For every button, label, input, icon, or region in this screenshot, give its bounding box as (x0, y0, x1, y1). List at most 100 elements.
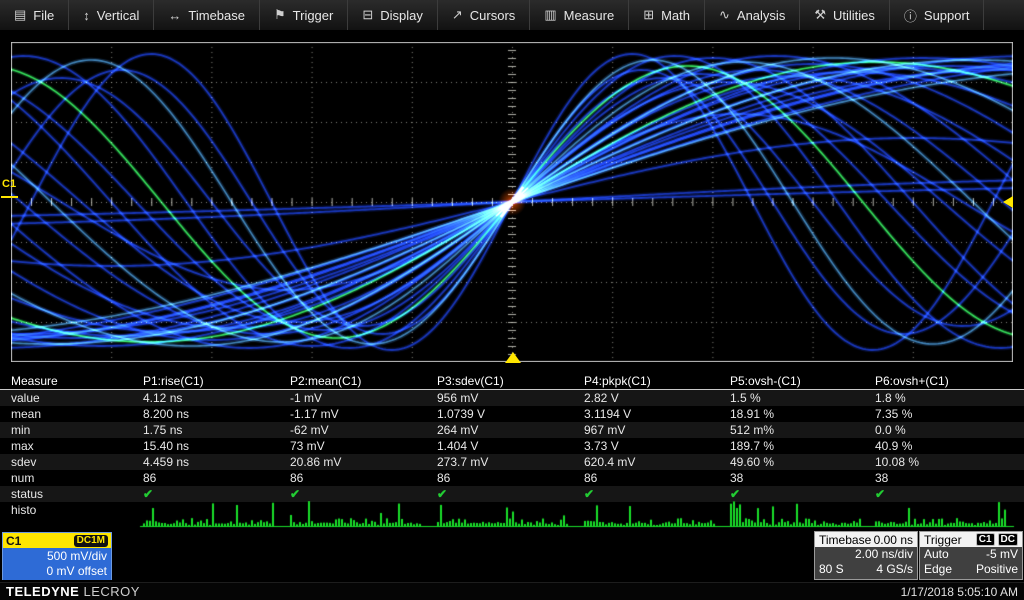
menu-bar: ▤File↕Vertical↔Timebase⚑Trigger⊟Display↗… (0, 0, 1024, 31)
measure-value-cell: 86 (143, 470, 290, 486)
trigger-type: Edge (924, 562, 952, 577)
datetime-stamp: 1/17/2018 5:05:10 AM (901, 585, 1018, 599)
menu-item-utilities[interactable]: ⚒Utilities (800, 0, 890, 30)
measure-param-header[interactable]: P2:mean(C1) (290, 373, 437, 389)
measure-value-cell: 86 (584, 470, 730, 486)
measure-value-cell: 1.404 V (437, 438, 584, 454)
timebase-descriptor-box[interactable]: Timebase 0.00 ns 2.00 ns/div 80 S 4 GS/s (814, 531, 918, 580)
channel-c1-name: C1 (6, 534, 21, 548)
channel-c1-offset-marker[interactable] (1, 196, 18, 198)
measure-table: MeasureP1:rise(C1)P2:mean(C1)P3:sdev(C1)… (0, 372, 1024, 518)
measure-value-cell: 8.200 ns (143, 406, 290, 422)
info-icon: ⓘ (904, 6, 917, 25)
channel-c1-axis-label[interactable]: C1 (2, 178, 16, 190)
trigger-mode: Auto (924, 547, 949, 562)
menu-item-display[interactable]: ⊟Display (348, 0, 438, 30)
waveform-grid-canvas[interactable] (11, 42, 1013, 362)
measure-header-label: Measure (0, 373, 143, 389)
menu-label: Analysis (737, 8, 785, 23)
measure-value-cell: 1.5 % (730, 390, 875, 406)
measure-value-cell: 73 mV (290, 438, 437, 454)
trigger-coupling-badge: DC (998, 533, 1018, 546)
analysis-wave-icon: ∿ (719, 7, 730, 23)
status-check-icon: ✔ (875, 486, 1024, 502)
measure-value-cell: 15.40 ns (143, 438, 290, 454)
measure-value-cell: 18.91 % (730, 406, 875, 422)
trigger-title: Trigger (924, 533, 962, 547)
trigger-time-marker-icon[interactable] (505, 352, 521, 363)
channel-c1-settings: 500 mV/div 0 mV offset (3, 548, 111, 580)
menu-label: Support (924, 8, 970, 23)
brand-lecroy: LECROY (83, 584, 139, 599)
menu-label: Timebase (188, 8, 245, 23)
measure-row-label: mean (0, 406, 143, 422)
measure-param-header[interactable]: P6:ovsh+(C1) (875, 373, 1024, 389)
menu-label: Display (380, 8, 423, 23)
vertical-arrows-icon: ↕ (83, 8, 90, 23)
measure-row-status: status✔✔✔✔✔✔ (0, 486, 1024, 502)
menu-label: Measure (564, 8, 615, 23)
menu-item-vertical[interactable]: ↕Vertical (69, 0, 154, 30)
trigger-header: Trigger C1 DC (920, 532, 1022, 547)
measure-value-cell: -1 mV (290, 390, 437, 406)
menu-label: Math (661, 8, 690, 23)
measure-value-cell: 3.1194 V (584, 406, 730, 422)
status-check-icon: ✔ (584, 486, 730, 502)
measure-value-cell: 956 mV (437, 390, 584, 406)
menu-item-support[interactable]: ⓘ Support (890, 0, 985, 30)
measure-value-cell: 1.75 ns (143, 422, 290, 438)
timebase-sampling-line: 80 S 4 GS/s (815, 562, 917, 577)
measure-value-cell: -62 mV (290, 422, 437, 438)
status-check-icon: ✔ (290, 486, 437, 502)
menu-item-measure[interactable]: ▥Measure (530, 0, 629, 30)
menu-item-math[interactable]: ⊞Math (629, 0, 705, 30)
menu-label: File (33, 8, 54, 23)
measure-value-cell: 3.73 V (584, 438, 730, 454)
measure-value-cell: 38 (875, 470, 1024, 486)
menu-item-analysis[interactable]: ∿ Analysis (705, 0, 800, 30)
trigger-level-marker-icon[interactable] (1003, 196, 1013, 208)
measure-value-cell: 86 (290, 470, 437, 486)
menu-item-timebase[interactable]: ↔Timebase (154, 0, 260, 30)
status-check-icon: ✔ (730, 486, 875, 502)
timebase-scale-line: 2.00 ns/div (815, 547, 917, 562)
flag-icon: ⚑ (274, 7, 286, 23)
measure-value-cell: 512 m% (730, 422, 875, 438)
measure-param-header[interactable]: P3:sdev(C1) (437, 373, 584, 389)
measure-row-label: status (0, 486, 143, 502)
brand-logo: TELEDYNE LECROY (6, 584, 140, 599)
measure-value-cell: 20.86 mV (290, 454, 437, 470)
measure-value-cell: 264 mV (437, 422, 584, 438)
oscilloscope-screen: ▤File↕Vertical↔Timebase⚑Trigger⊟Display↗… (0, 0, 1024, 600)
brand-teledyne: TELEDYNE (6, 584, 79, 599)
measure-value-cell: 40.9 % (875, 438, 1024, 454)
measure-value-cell: 10.08 % (875, 454, 1024, 470)
measure-value-cell: 0.0 % (875, 422, 1024, 438)
measure-row-label: num (0, 470, 143, 486)
status-check-icon: ✔ (143, 486, 290, 502)
measure-row-label: max (0, 438, 143, 454)
menu-item-file[interactable]: ▤File (0, 0, 69, 30)
measure-value-cell: 7.35 % (875, 406, 1024, 422)
measure-value-cell: 1.0739 V (437, 406, 584, 422)
waveform-display: C1 (0, 30, 1024, 372)
trigger-descriptor-box[interactable]: Trigger C1 DC Auto -5 mV Edge Positive (919, 531, 1023, 580)
trigger-level: -5 mV (986, 547, 1018, 562)
measure-param-header[interactable]: P4:pkpk(C1) (584, 373, 730, 389)
tools-icon: ⚒ (814, 7, 826, 23)
timebase-delay: 0.00 ns (874, 533, 913, 547)
menu-item-trigger[interactable]: ⚑Trigger (260, 0, 348, 30)
timebase-header: Timebase 0.00 ns (815, 532, 917, 547)
measure-row-mean: mean8.200 ns-1.17 mV1.0739 V3.1194 V18.9… (0, 406, 1024, 422)
menu-label: Cursors (470, 8, 516, 23)
measure-value-cell: 273.7 mV (437, 454, 584, 470)
channel-c1-descriptor-box[interactable]: C1 DC1M 500 mV/div 0 mV offset (2, 532, 112, 580)
channel-coupling-badge: DC1M (74, 535, 108, 547)
measure-param-header[interactable]: P5:ovsh-(C1) (730, 373, 875, 389)
channel-offset: 0 mV offset (3, 564, 107, 579)
measure-value-cell: 49.60 % (730, 454, 875, 470)
measure-row-label: sdev (0, 454, 143, 470)
measure-value-cell: 38 (730, 470, 875, 486)
menu-item-cursors[interactable]: ↗Cursors (438, 0, 530, 30)
measure-param-header[interactable]: P1:rise(C1) (143, 373, 290, 389)
